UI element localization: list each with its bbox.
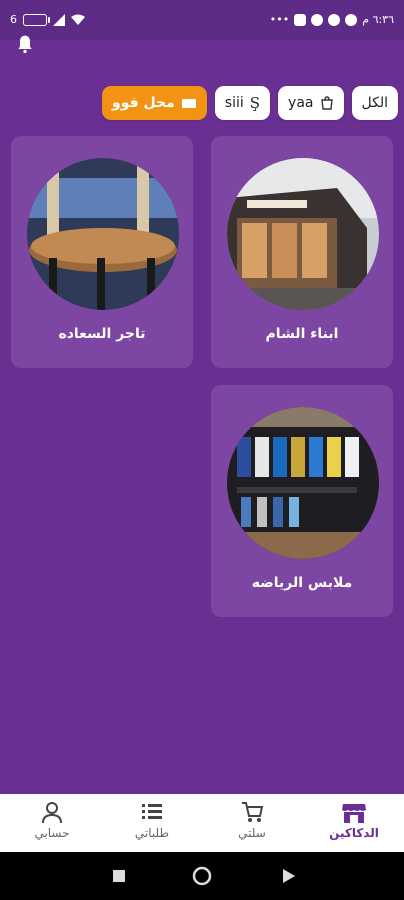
nav-orders-label: طلباتي: [134, 826, 170, 840]
filter-siii[interactable]: siii Ş: [214, 86, 271, 120]
store-name: ملابس الرياضه: [251, 575, 353, 591]
user-icon: [42, 802, 62, 824]
filter-all-label: الكل: [361, 95, 389, 111]
wifi-icon: [71, 14, 85, 25]
nav-cart[interactable]: سلتي: [212, 800, 292, 840]
cart-icon: [242, 802, 264, 822]
category-filters: الكل yaa siii Ş محل فوو: [102, 86, 398, 120]
shopping-bag-icon: [320, 96, 333, 110]
filter-mahal-foo-label: محل فوو: [112, 95, 175, 111]
status-time: ٦:٣٦ م: [362, 13, 394, 26]
nav-cart-label: سلتي: [238, 826, 266, 840]
status-bar: 6 ••• ٦:٣٦ م: [0, 0, 404, 40]
store-icon: [342, 804, 366, 823]
store-name: ابناء الشام: [265, 326, 339, 342]
store-card[interactable]: تاجر السعاده: [11, 136, 193, 368]
store-card[interactable]: ملابس الرياضه: [211, 385, 393, 617]
store-image: [227, 158, 379, 310]
nav-stores[interactable]: الدكاكين: [314, 800, 394, 840]
silent-icon: [345, 13, 358, 26]
messenger-icon: [311, 13, 324, 26]
bell-icon[interactable]: [15, 34, 35, 54]
signal-icon: [53, 13, 65, 26]
list-icon: [142, 804, 162, 819]
filter-mahal-foo[interactable]: محل فوو: [102, 86, 207, 120]
filter-siii-label: siii: [224, 95, 244, 111]
filter-all[interactable]: الكل: [351, 86, 398, 120]
status-left-text: 6: [10, 13, 17, 26]
store-image: [27, 158, 179, 310]
store-icon: [181, 99, 196, 108]
store-card[interactable]: ابناء الشام: [211, 136, 393, 368]
s-logo-icon: Ş: [249, 94, 261, 112]
status-left: 6: [10, 13, 85, 26]
nav-account[interactable]: حسابي: [12, 800, 92, 840]
battery-icon: [23, 13, 50, 26]
home-icon[interactable]: [192, 866, 212, 886]
recents-icon[interactable]: [112, 869, 126, 883]
store-name: تاجر السعاده: [58, 326, 146, 342]
status-right: ••• ٦:٣٦ م: [270, 13, 394, 26]
filter-yaa[interactable]: yaa: [278, 86, 344, 120]
nav-account-label: حسابي: [34, 826, 70, 840]
whatsapp-icon: [328, 13, 341, 26]
system-navigation-bar: [0, 852, 404, 900]
store-image: [227, 407, 379, 559]
status-dots: •••: [269, 13, 290, 26]
bottom-navigation: الدكاكين سلتي طلباتي حسابي: [0, 794, 404, 852]
app-notification-icon: [294, 13, 307, 26]
back-icon[interactable]: [282, 868, 296, 884]
nav-stores-label: الدكاكين: [329, 826, 379, 840]
filter-yaa-label: yaa: [288, 95, 314, 111]
nav-orders[interactable]: طلباتي: [112, 800, 192, 840]
